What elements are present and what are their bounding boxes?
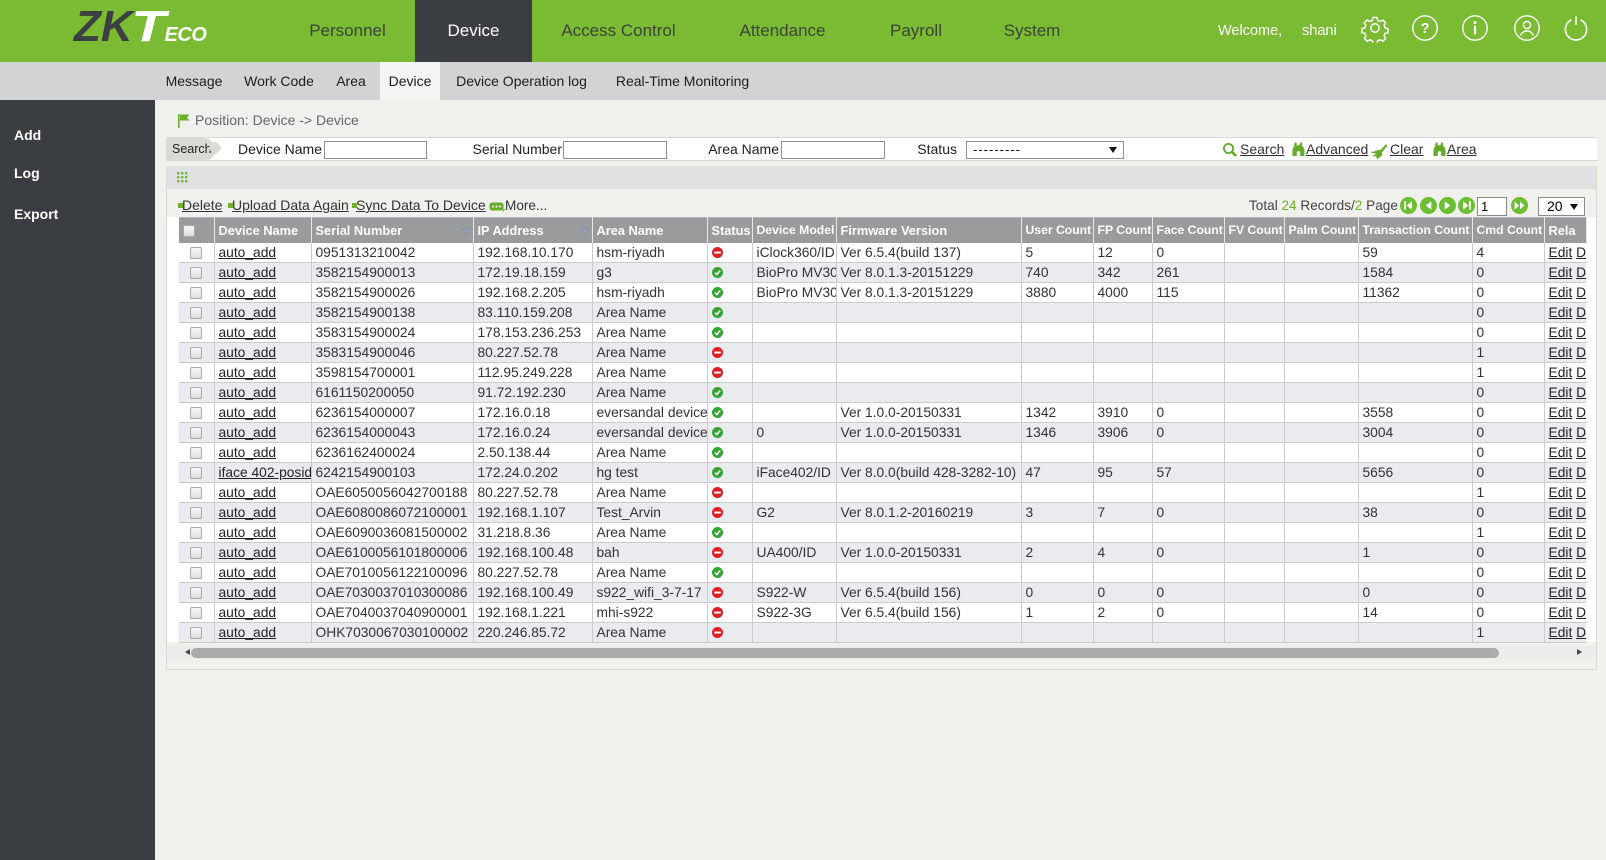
svg-text:?: ? [1421, 21, 1430, 37]
